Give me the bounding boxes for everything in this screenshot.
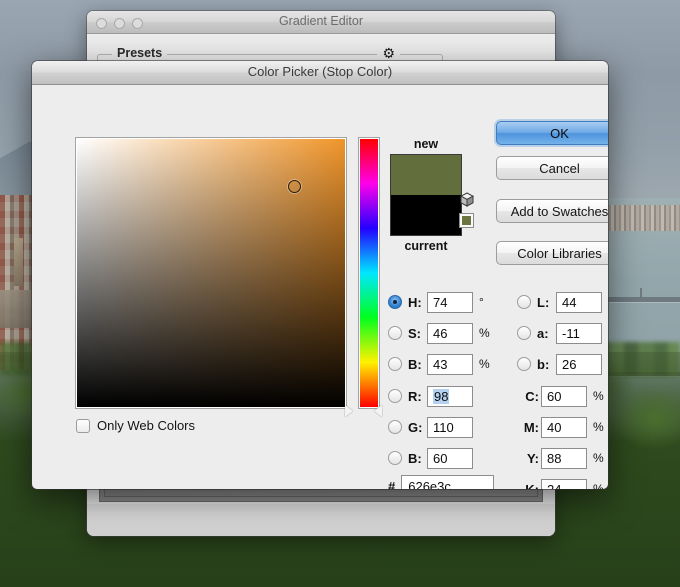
gradient-editor-title: Gradient Editor (278, 14, 364, 28)
saturation-brightness-field[interactable] (75, 137, 347, 409)
only-web-colors-label: Only Web Colors (97, 418, 196, 433)
label-black: K: (525, 481, 539, 490)
input-blue[interactable]: 60 (427, 447, 473, 469)
label-hue: H: (408, 294, 422, 310)
current-color-swatch[interactable] (391, 195, 461, 235)
hue-slider[interactable] (358, 137, 380, 409)
unit-brightness: % (479, 357, 490, 371)
color-libraries-button[interactable]: Color Libraries (496, 241, 608, 265)
label-brightness: B: (408, 356, 422, 372)
radio-red[interactable] (388, 389, 402, 403)
field-row-green[interactable]: G: 110 (388, 416, 473, 438)
radio-lab-a[interactable] (517, 326, 531, 340)
field-row-brightness[interactable]: B: 43 % (388, 353, 490, 375)
input-lab-b[interactable]: 26 (556, 353, 602, 375)
radio-green[interactable] (388, 420, 402, 434)
gamut-warning-group[interactable] (459, 192, 475, 228)
unit-saturation: % (479, 326, 490, 340)
saturation-brightness-gradient[interactable] (77, 139, 345, 407)
label-cyan: C: (525, 388, 539, 404)
field-row-cyan[interactable]: C: 60 % (519, 385, 604, 407)
input-lab-l[interactable]: 44 (556, 291, 602, 313)
radio-saturation[interactable] (388, 326, 402, 340)
label-red: R: (408, 388, 422, 404)
only-web-colors-row[interactable]: Only Web Colors (76, 418, 195, 433)
new-color-swatch[interactable] (391, 155, 461, 195)
out-of-gamut-cube-icon[interactable] (459, 192, 475, 208)
new-color-label: new (413, 137, 439, 151)
label-green: G: (408, 419, 423, 435)
websafe-color-chip (462, 216, 471, 225)
color-picker-dialog[interactable]: Color Picker (Stop Color) Only Web Color… (32, 61, 608, 489)
unit-yellow: % (593, 451, 604, 465)
label-yellow: Y: (526, 450, 539, 466)
label-saturation: S: (408, 325, 421, 341)
radio-lab-l[interactable] (517, 295, 531, 309)
input-yellow[interactable]: 88 (541, 447, 587, 469)
field-row-lab-b[interactable]: b: 26 (517, 353, 602, 375)
radio-lab-b[interactable] (517, 357, 531, 371)
wallpaper-tower (14, 238, 23, 286)
add-to-swatches-button[interactable]: Add to Swatches (496, 199, 608, 223)
ok-button[interactable]: OK (496, 121, 608, 145)
input-black[interactable]: 24 (541, 478, 587, 489)
unit-black: % (593, 482, 604, 489)
gradient-editor-titlebar[interactable]: Gradient Editor (87, 11, 555, 34)
hue-slider-handle-left[interactable] (345, 405, 353, 417)
unit-hue: ° (479, 295, 484, 309)
input-saturation[interactable]: 46 (427, 322, 473, 344)
color-picker-title: Color Picker (Stop Color) (247, 64, 393, 79)
hue-slider-gradient[interactable] (360, 139, 378, 407)
input-magenta[interactable]: 40 (541, 416, 587, 438)
field-row-blue[interactable]: B: 60 (388, 447, 473, 469)
cancel-button[interactable]: Cancel (496, 156, 608, 180)
label-lab-b: b: (537, 356, 550, 372)
only-web-colors-checkbox[interactable] (76, 418, 90, 433)
input-green[interactable]: 110 (427, 416, 473, 438)
hex-row[interactable]: # 626e3c (388, 475, 495, 489)
radio-blue[interactable] (388, 451, 402, 465)
gradient-editor-footer (87, 504, 555, 536)
hue-slider-handle-right[interactable] (374, 405, 382, 417)
unit-magenta: % (593, 420, 604, 434)
color-preview-stack[interactable] (390, 154, 462, 236)
input-brightness[interactable]: 43 (427, 353, 473, 375)
websafe-color-swatch[interactable] (459, 213, 474, 228)
gear-icon[interactable]: ⚙ (377, 44, 400, 62)
input-red[interactable]: 98 (427, 385, 473, 407)
field-row-lab-a[interactable]: a: -11 (517, 322, 602, 344)
unit-cyan: % (593, 389, 604, 403)
field-row-lab-l[interactable]: L: 44 (517, 291, 602, 313)
hex-prefix-label: # (388, 479, 396, 489)
field-row-yellow[interactable]: Y: 88 % (519, 447, 604, 469)
radio-brightness[interactable] (388, 357, 402, 371)
color-preview-block: new current (390, 137, 462, 253)
field-row-black[interactable]: K: 24 % (519, 478, 604, 489)
color-picker-titlebar[interactable]: Color Picker (Stop Color) (32, 61, 608, 85)
label-lab-l: L: (537, 294, 550, 310)
label-lab-a: a: (537, 325, 549, 341)
color-field-marker[interactable] (288, 180, 301, 193)
input-red-value: 98 (433, 388, 450, 404)
field-row-magenta[interactable]: M: 40 % (519, 416, 604, 438)
field-row-red[interactable]: R: 98 (388, 385, 473, 407)
presets-label: Presets (112, 46, 168, 60)
label-magenta: M: (523, 419, 539, 435)
radio-hue[interactable] (388, 295, 402, 309)
field-row-saturation[interactable]: S: 46 % (388, 322, 490, 344)
input-cyan[interactable]: 60 (541, 385, 587, 407)
input-hex[interactable]: 626e3c (401, 475, 495, 489)
label-blue: B: (408, 450, 422, 466)
current-color-label: current (404, 239, 448, 253)
field-row-hue[interactable]: H: 74 ° (388, 291, 484, 313)
input-hue[interactable]: 74 (427, 291, 473, 313)
wallpaper-bridge-pylon-right (640, 288, 642, 298)
color-picker-body: Only Web Colors new current H: 74 ° S: 4… (32, 85, 608, 489)
input-lab-a[interactable]: -11 (556, 322, 602, 344)
